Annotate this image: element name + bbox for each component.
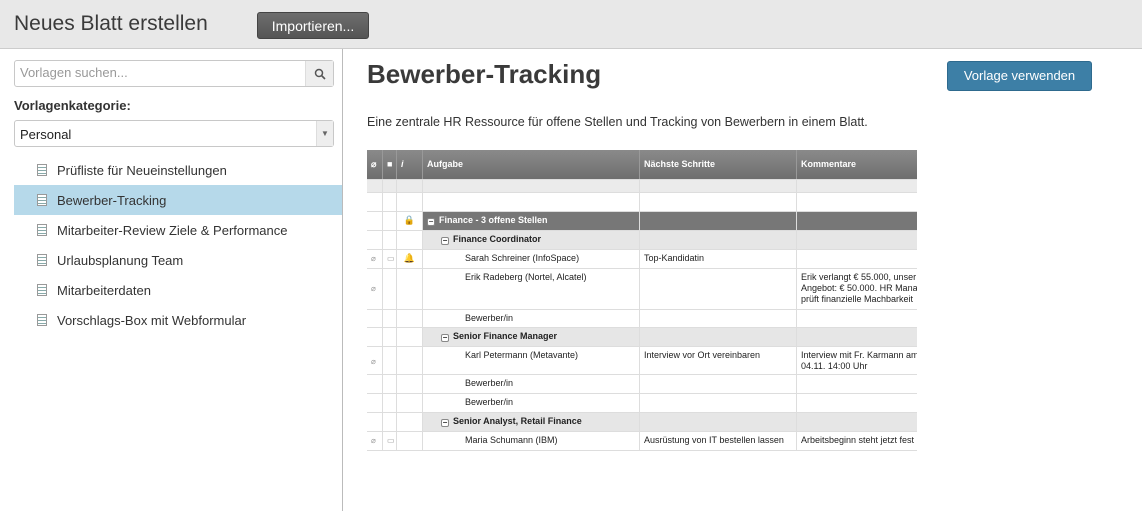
category-value: Personal	[20, 127, 72, 142]
template-item[interactable]: Prüfliste für Neueinstellungen	[14, 155, 342, 185]
template-item[interactable]: Mitarbeiter-Review Ziele & Performance	[14, 215, 342, 245]
comment-icon: ▭	[383, 432, 397, 450]
search-input[interactable]	[20, 65, 300, 80]
sheet-icon	[37, 164, 47, 176]
info-icon: i	[397, 150, 423, 179]
category-select[interactable]: Personal ▼	[14, 120, 334, 147]
use-template-button[interactable]: Vorlage verwenden	[947, 61, 1092, 91]
template-label: Prüfliste für Neueinstellungen	[57, 162, 227, 178]
template-label: Urlaubsplanung Team	[57, 252, 184, 268]
search-button[interactable]	[305, 61, 333, 86]
col-header: Aufgabe	[423, 150, 640, 179]
preview-subgroup-row: − Senior Analyst, Retail Finance	[367, 413, 917, 432]
top-bar: Neues Blatt erstellen Importieren...	[0, 0, 1142, 49]
template-description: Eine zentrale HR Ressource für offene St…	[367, 115, 868, 129]
sidebar: Vorlagenkategorie: Personal ▼ Prüfliste …	[0, 49, 343, 511]
template-label: Mitarbeiterdaten	[57, 282, 151, 298]
chevron-down-icon: ▼	[316, 121, 333, 146]
preview-row: Bewerber/in	[367, 394, 917, 413]
attachment-icon: ⌀	[367, 347, 383, 374]
col-header: Nächste Schritte	[640, 150, 797, 179]
attachment-icon: ⌀	[367, 150, 383, 179]
preview-row: ⌀ Erik Radeberg (Nortel, Alcatel) Erik ver…	[367, 269, 917, 310]
col-header: Kommentare	[797, 150, 917, 179]
attachment-icon: ⌀	[367, 250, 383, 268]
preview-row	[367, 180, 917, 193]
sheet-icon	[37, 224, 47, 236]
preview-header: ⌀ ■ i Aufgabe Nächste Schritte Kommentare	[367, 150, 917, 180]
sheet-icon	[37, 254, 47, 266]
template-label: Mitarbeiter-Review Ziele & Performance	[57, 222, 288, 238]
preview-row: Bewerber/in	[367, 375, 917, 394]
template-item[interactable]: Urlaubsplanung Team	[14, 245, 342, 275]
category-label: Vorlagenkategorie:	[14, 98, 131, 113]
comment-icon: ▭	[383, 250, 397, 268]
search-icon	[314, 68, 326, 80]
attachment-icon: ⌀	[367, 269, 383, 309]
bell-icon: 🔔	[397, 250, 423, 268]
import-button[interactable]: Importieren...	[257, 12, 369, 39]
sheet-icon	[37, 314, 47, 326]
template-preview-image: ⌀ ■ i Aufgabe Nächste Schritte Kommentare 🔒 −…	[367, 150, 917, 451]
sheet-icon	[37, 284, 47, 296]
preview-row: ⌀ ▭ Maria Schumann (IBM) Ausrüstung von IT …	[367, 432, 917, 451]
preview-row: ⌀ ▭ 🔔 Sarah Schreiner (InfoSpace) Top-Kandid…	[367, 250, 917, 269]
preview-subgroup-row: − Finance Coordinator	[367, 231, 917, 250]
sheet-icon	[37, 194, 47, 206]
preview-group-row: 🔒 − Finance - 3 offene Stellen	[367, 212, 917, 231]
attachment-icon: ⌀	[367, 432, 383, 450]
lock-icon: 🔒	[397, 212, 423, 230]
preview-subgroup-row: − Senior Finance Manager	[367, 328, 917, 347]
template-item-selected[interactable]: Bewerber-Tracking	[14, 185, 342, 215]
template-list: Prüfliste für Neueinstellungen Bewerber-…	[14, 155, 342, 335]
template-label: Vorschlags-Box mit Webformular	[57, 312, 247, 328]
preview-row	[367, 193, 917, 212]
template-item[interactable]: Mitarbeiterdaten	[14, 275, 342, 305]
template-title: Bewerber-Tracking	[367, 59, 602, 89]
search-box	[14, 60, 334, 87]
comment-icon: ■	[383, 150, 397, 179]
template-item[interactable]: Vorschlags-Box mit Webformular	[14, 305, 342, 335]
preview-row: ⌀ Karl Petermann (Metavante) Interview vor…	[367, 347, 917, 375]
page-title: Neues Blatt erstellen	[14, 12, 208, 35]
template-label: Bewerber-Tracking	[57, 192, 167, 208]
preview-row: Bewerber/in	[367, 310, 917, 328]
